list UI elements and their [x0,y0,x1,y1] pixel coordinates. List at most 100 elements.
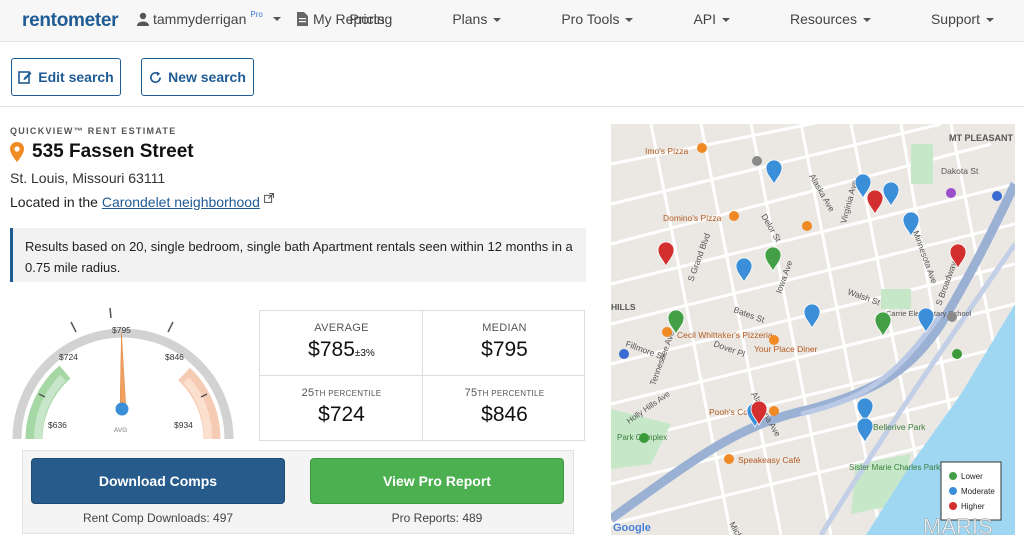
restaurant-icon[interactable] [769,335,779,345]
place-icon[interactable] [947,312,957,322]
gauge-needle [119,331,127,410]
stat-75th-percentile: 75TH PERCENTILE $846 [423,376,586,441]
label-your-place-diner: Your Place Diner [754,344,818,354]
neighborhood-link[interactable]: Carondelet neighborhood [102,194,260,210]
chevron-down-icon [722,18,731,23]
stat-25th-percentile: 25TH PERCENTILE $724 [260,376,423,441]
rent-comps-map[interactable]: MT PLEASANT HILLS Imo's Pizza Domino's P… [611,124,1015,535]
p75-value: $846 [481,403,528,426]
action-bar: Edit search New search [0,42,1024,107]
p75-suffix: TH PERCENTILE [477,389,545,398]
gauge-label-636: $636 [48,420,67,430]
nav-resources-label: Resources [790,11,857,27]
nav-plans-label: Plans [452,11,488,27]
restaurant-icon[interactable] [729,211,739,221]
park-area [911,144,933,184]
park-icon[interactable] [639,433,649,443]
average-value: $785 [308,338,355,361]
map-canvas: MT PLEASANT HILLS Imo's Pizza Domino's P… [611,124,1015,535]
nav-api[interactable]: API [663,11,731,27]
chevron-down-icon [625,18,634,23]
user-icon [137,12,149,26]
label-speakeasy-cafe: Speakeasy Café [738,455,801,465]
gauge-label-934: $934 [174,420,193,430]
legend-higher-marker [949,502,957,510]
nav-pricing[interactable]: Pricing [350,11,393,27]
gauge-avg-label: AVG [114,427,127,434]
median-value: $795 [481,338,528,361]
label-bellerive-park: Bellerive Park [873,422,926,432]
rent-stats-table: AVERAGE $785±3% MEDIAN $795 25TH PERCENT… [259,310,585,441]
rent-gauge: $636 $724 $795 $846 $934 AVG [12,307,234,440]
new-search-button[interactable]: New search [141,58,254,96]
results-note: Results based on 20, single bedroom, sin… [10,228,586,282]
place-icon[interactable] [946,188,956,198]
park-area [881,289,911,309]
label-mt-pleasant: MT PLEASANT [949,133,1014,143]
restaurant-icon[interactable] [724,454,734,464]
nav-support-label: Support [930,11,980,27]
logo-text-o: o [56,10,69,31]
legend-moderate: Moderate [961,487,995,496]
average-margin: ±3% [354,348,375,359]
address-text: 535 Fassen Street [32,141,194,162]
chevron-down-icon [272,17,281,21]
label-sister-marie-charles-park: Sister Marie Charles Park [849,463,941,472]
nav-pro-tools-label: Pro Tools [561,11,620,27]
rentometer-logo[interactable]: rentometer [22,10,119,32]
restaurant-icon[interactable] [802,221,812,231]
average-label: AVERAGE [314,322,369,334]
username-label: tammyderrigan [153,11,247,27]
stats-divider-horizontal [260,375,584,376]
property-address: 535 Fassen Street [10,141,194,163]
download-comps-button[interactable]: Download Comps [31,458,285,504]
legend-lower: Lower [961,472,983,481]
main-menu: Pricing Plans Pro Tools API Resources Su… [320,11,994,27]
park-icon[interactable] [952,349,962,359]
pro-badge: Pro [250,9,263,19]
pro-reports-count: Pro Reports: 489 [391,511,483,525]
nav-plans[interactable]: Plans [422,11,502,27]
p25-value: $724 [318,403,365,426]
p25-number: 25 [301,387,315,399]
stat-average: AVERAGE $785±3% [260,311,423,376]
label-hills: HILLS [611,302,636,312]
google-logo: Google [613,522,651,534]
p75-label: 75TH PERCENTILE [423,387,586,399]
edit-icon [18,71,32,84]
edit-search-label: Edit search [38,69,114,85]
median-label: MEDIAN [482,322,527,334]
new-search-label: New search [168,69,246,85]
label-dominos-pizza: Domino's Pizza [663,213,722,223]
place-icon[interactable] [752,156,762,166]
place-icon[interactable] [619,349,629,359]
chevron-down-icon [986,18,994,23]
average-value-wrap: $785±3% [260,338,423,362]
user-menu[interactable]: tammyderrigan Pro [137,9,281,27]
p25-suffix: TH PERCENTILE [314,389,382,398]
restaurant-icon[interactable] [769,406,779,416]
restaurant-icon[interactable] [662,327,672,337]
report-actions-panel: Download Comps View Pro Report Rent Comp… [22,450,574,534]
gauge-label-846: $846 [165,352,184,362]
nav-support[interactable]: Support [901,11,994,27]
external-link-icon [263,192,274,203]
comp-downloads-count: Rent Comp Downloads: 497 [82,511,234,525]
located-prefix: Located in the [10,194,98,210]
document-icon [297,12,308,26]
gauge-label-724: $724 [59,352,78,362]
restaurant-icon[interactable] [697,143,707,153]
nav-resources[interactable]: Resources [760,11,871,27]
nav-pro-tools[interactable]: Pro Tools [531,11,634,27]
refresh-icon [150,70,162,83]
legend-higher: Higher [961,502,985,511]
transit-icon[interactable] [992,191,1002,201]
logo-text-right: meter [68,10,119,31]
top-navbar: rentometer tammyderrigan Pro My Reports P… [0,0,1024,42]
label-dakota-st: Dakota St [941,166,979,176]
edit-search-button[interactable]: Edit search [11,58,121,96]
nav-api-label: API [693,11,717,27]
view-pro-report-button[interactable]: View Pro Report [310,458,564,504]
map-legend: Lower Moderate Higher [940,461,1002,521]
logo-text-left: rent [22,10,57,31]
